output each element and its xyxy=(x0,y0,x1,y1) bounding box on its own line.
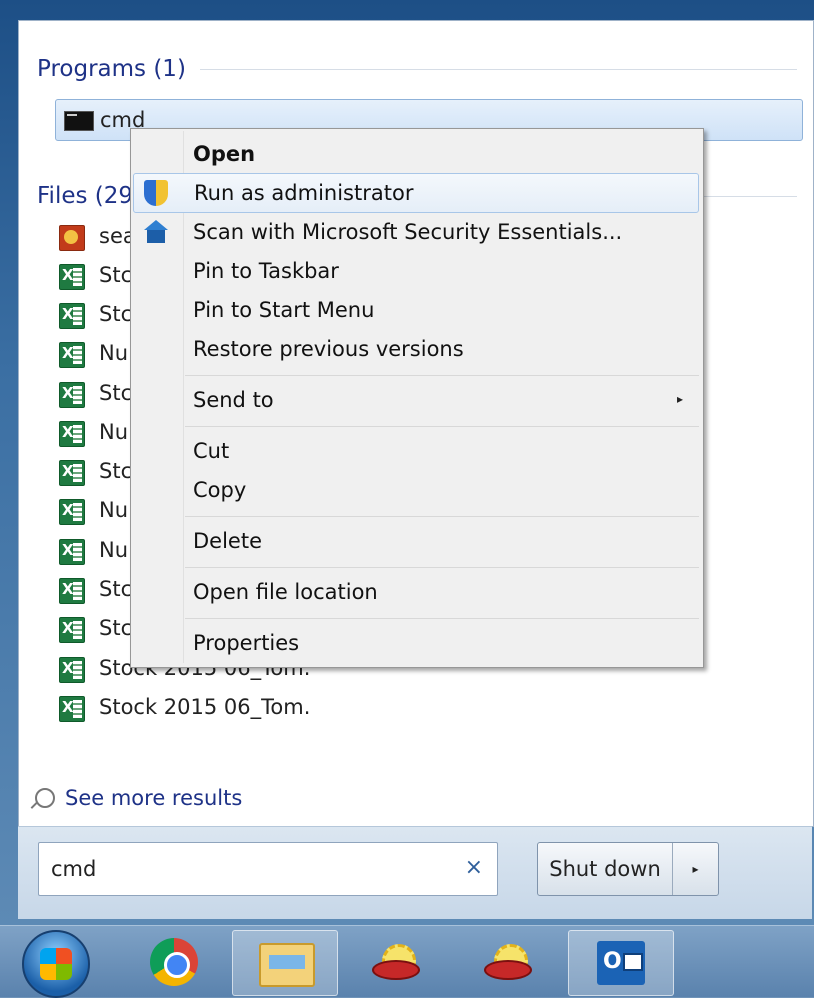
menu-item-restore-previous-versions[interactable]: Restore previous versions xyxy=(133,330,699,368)
submenu-arrow-icon: ▸ xyxy=(676,392,683,406)
files-header-label: Files (29 xyxy=(37,183,134,209)
excel-file-icon xyxy=(59,460,85,486)
command-prompt-icon xyxy=(64,111,94,131)
taskbar-button-app[interactable] xyxy=(456,930,560,994)
security-essentials-icon xyxy=(141,219,169,245)
taskbar-button-file-explorer[interactable] xyxy=(232,930,338,996)
app-icon xyxy=(370,940,422,984)
menu-item-label: Properties xyxy=(193,631,300,655)
context-menu: Open Run as administrator Scan with Micr… xyxy=(130,128,704,668)
menu-item-properties[interactable]: Properties xyxy=(133,624,699,662)
chrome-icon xyxy=(150,938,198,986)
menu-item-pin-to-taskbar[interactable]: Pin to Taskbar xyxy=(133,252,699,290)
menu-item-scan-security-essentials[interactable]: Scan with Microsoft Security Essentials.… xyxy=(133,213,699,251)
taskbar xyxy=(0,925,814,998)
taskbar-button-chrome[interactable] xyxy=(122,930,226,994)
file-item[interactable]: Stock 2015 06_Tom. xyxy=(59,688,439,726)
file-item-label: Stc xyxy=(99,381,133,405)
menu-item-label: Copy xyxy=(193,478,247,502)
menu-item-send-to[interactable]: Send to ▸ xyxy=(133,381,699,419)
menu-item-open-file-location[interactable]: Open file location xyxy=(133,573,699,611)
search-box[interactable]: × xyxy=(38,842,498,896)
menu-item-label: Open xyxy=(193,142,256,166)
search-input[interactable] xyxy=(49,853,453,885)
menu-separator xyxy=(185,375,699,376)
excel-file-icon xyxy=(59,578,85,604)
search-icon xyxy=(35,788,55,808)
section-divider xyxy=(199,68,797,70)
search-file-icon xyxy=(59,225,85,251)
file-item-label: Stock 2015 06_Tom. xyxy=(99,695,311,719)
menu-item-open[interactable]: Open xyxy=(133,135,699,173)
excel-file-icon xyxy=(59,617,85,643)
start-orb[interactable] xyxy=(22,930,90,998)
uac-shield-icon xyxy=(144,180,168,206)
file-item-label: Nu xyxy=(99,420,129,444)
shutdown-options-arrow-icon[interactable]: ▸ xyxy=(673,843,718,895)
excel-file-icon xyxy=(59,657,85,683)
menu-item-run-as-administrator[interactable]: Run as administrator xyxy=(133,173,699,213)
file-item-label: Stc xyxy=(99,616,133,640)
taskbar-button-app[interactable] xyxy=(344,930,448,994)
excel-file-icon xyxy=(59,421,85,447)
menu-item-cut[interactable]: Cut xyxy=(133,432,699,470)
file-item-label: Stc xyxy=(99,577,133,601)
menu-separator xyxy=(185,426,699,427)
menu-item-label: Scan with Microsoft Security Essentials.… xyxy=(193,220,623,244)
menu-item-label: Delete xyxy=(193,529,262,553)
file-item-label: Stc xyxy=(99,459,133,483)
excel-file-icon xyxy=(59,696,85,722)
excel-file-icon xyxy=(59,382,85,408)
excel-file-icon xyxy=(59,342,85,368)
see-more-results-link[interactable]: See more results xyxy=(35,783,242,813)
excel-file-icon xyxy=(59,264,85,290)
app-icon xyxy=(482,940,534,984)
file-item-label: Nu xyxy=(99,341,129,365)
excel-file-icon xyxy=(59,499,85,525)
menu-separator xyxy=(185,567,699,568)
menu-item-label: Send to xyxy=(193,388,274,412)
file-item-label: Nu xyxy=(99,498,129,522)
excel-file-icon xyxy=(59,303,85,329)
menu-item-copy[interactable]: Copy xyxy=(133,471,699,509)
menu-separator xyxy=(185,516,699,517)
menu-item-label: Pin to Start Menu xyxy=(193,298,375,322)
menu-separator xyxy=(185,618,699,619)
see-more-results-label: See more results xyxy=(65,786,243,810)
programs-section-header: Programs (1) xyxy=(37,54,797,84)
shutdown-button[interactable]: Shut down xyxy=(538,843,673,895)
outlook-icon xyxy=(597,941,645,985)
shutdown-button-group: Shut down ▸ xyxy=(537,842,719,896)
menu-item-label: Cut xyxy=(193,439,230,463)
file-explorer-icon xyxy=(259,943,315,987)
menu-item-pin-to-start-menu[interactable]: Pin to Start Menu xyxy=(133,291,699,329)
menu-item-delete[interactable]: Delete xyxy=(133,522,699,560)
menu-item-label: Open file location xyxy=(193,580,378,604)
file-item-label: Stc xyxy=(99,263,133,287)
menu-item-label: Run as administrator xyxy=(194,181,414,205)
file-item-label: Nu xyxy=(99,538,129,562)
menu-item-label: Restore previous versions xyxy=(193,337,464,361)
menu-item-label: Pin to Taskbar xyxy=(193,259,339,283)
taskbar-button-outlook[interactable] xyxy=(568,930,674,996)
excel-file-icon xyxy=(59,539,85,565)
file-item-label: Stc xyxy=(99,302,133,326)
clear-search-icon[interactable]: × xyxy=(465,855,483,880)
programs-header-label: Programs (1) xyxy=(37,56,186,82)
